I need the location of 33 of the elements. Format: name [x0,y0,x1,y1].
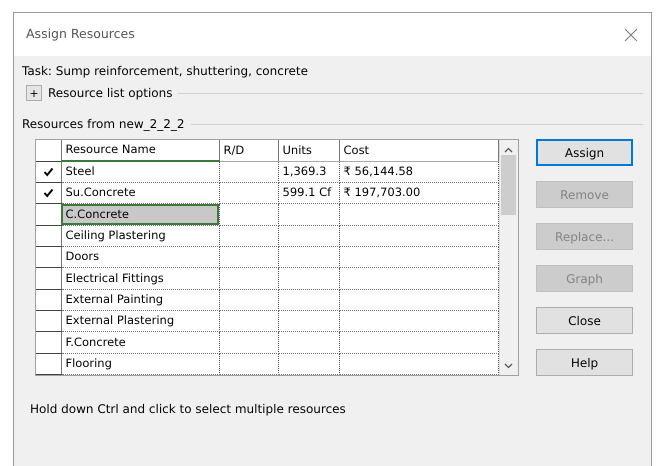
window-title: Assign Resources [26,25,135,44]
table-cell[interactable]: Electrical Fittings [61,268,219,290]
group-label: Resources from new_2_2_2 [22,116,185,133]
task-label: Task: Sump reinforcement, shuttering, concrete [22,63,309,80]
table-cell[interactable]: ₹ 197,703.00 [339,182,498,204]
column-header[interactable]: R/D [219,140,278,161]
column-header[interactable]: Units [278,140,339,161]
table-cell[interactable]: 1,369.3 [278,161,339,182]
scrollbar-thumb[interactable] [501,155,516,215]
section-label: Resource list options [48,85,172,102]
dialog-button[interactable]: Assign [536,139,633,166]
scroll-down-icon[interactable] [504,363,514,369]
dialog-button[interactable]: Help [536,349,633,376]
scrollbar[interactable] [498,140,518,375]
table-cell[interactable]: External Plastering [61,310,219,332]
table-cell[interactable]: External Painting [61,289,219,310]
check-icon [42,188,54,198]
table-cell[interactable]: Doors [61,246,219,268]
table-cell[interactable]: F.Concrete [61,332,219,354]
dialog-button[interactable]: Close [536,307,633,334]
table-cell[interactable]: C.Concrete [61,204,219,226]
hint-text: Hold down Ctrl and click to select multiple resources [29,401,347,418]
table-cell[interactable]: ₹ 56,144.58 [339,161,498,182]
scroll-up-icon[interactable] [504,147,514,153]
table-cell[interactable]: 599.1 Cf [278,182,339,204]
column-header[interactable]: Resource Name [61,140,219,161]
table-cell[interactable]: Flooring [61,353,219,374]
table-cell[interactable]: Ceiling Plastering [61,225,219,246]
column-header[interactable]: Cost [339,140,498,161]
table-cell[interactable]: Steel [61,161,219,182]
check-icon [42,166,54,177]
close-icon[interactable] [623,26,639,42]
expand-toggle[interactable]: + [26,85,42,101]
